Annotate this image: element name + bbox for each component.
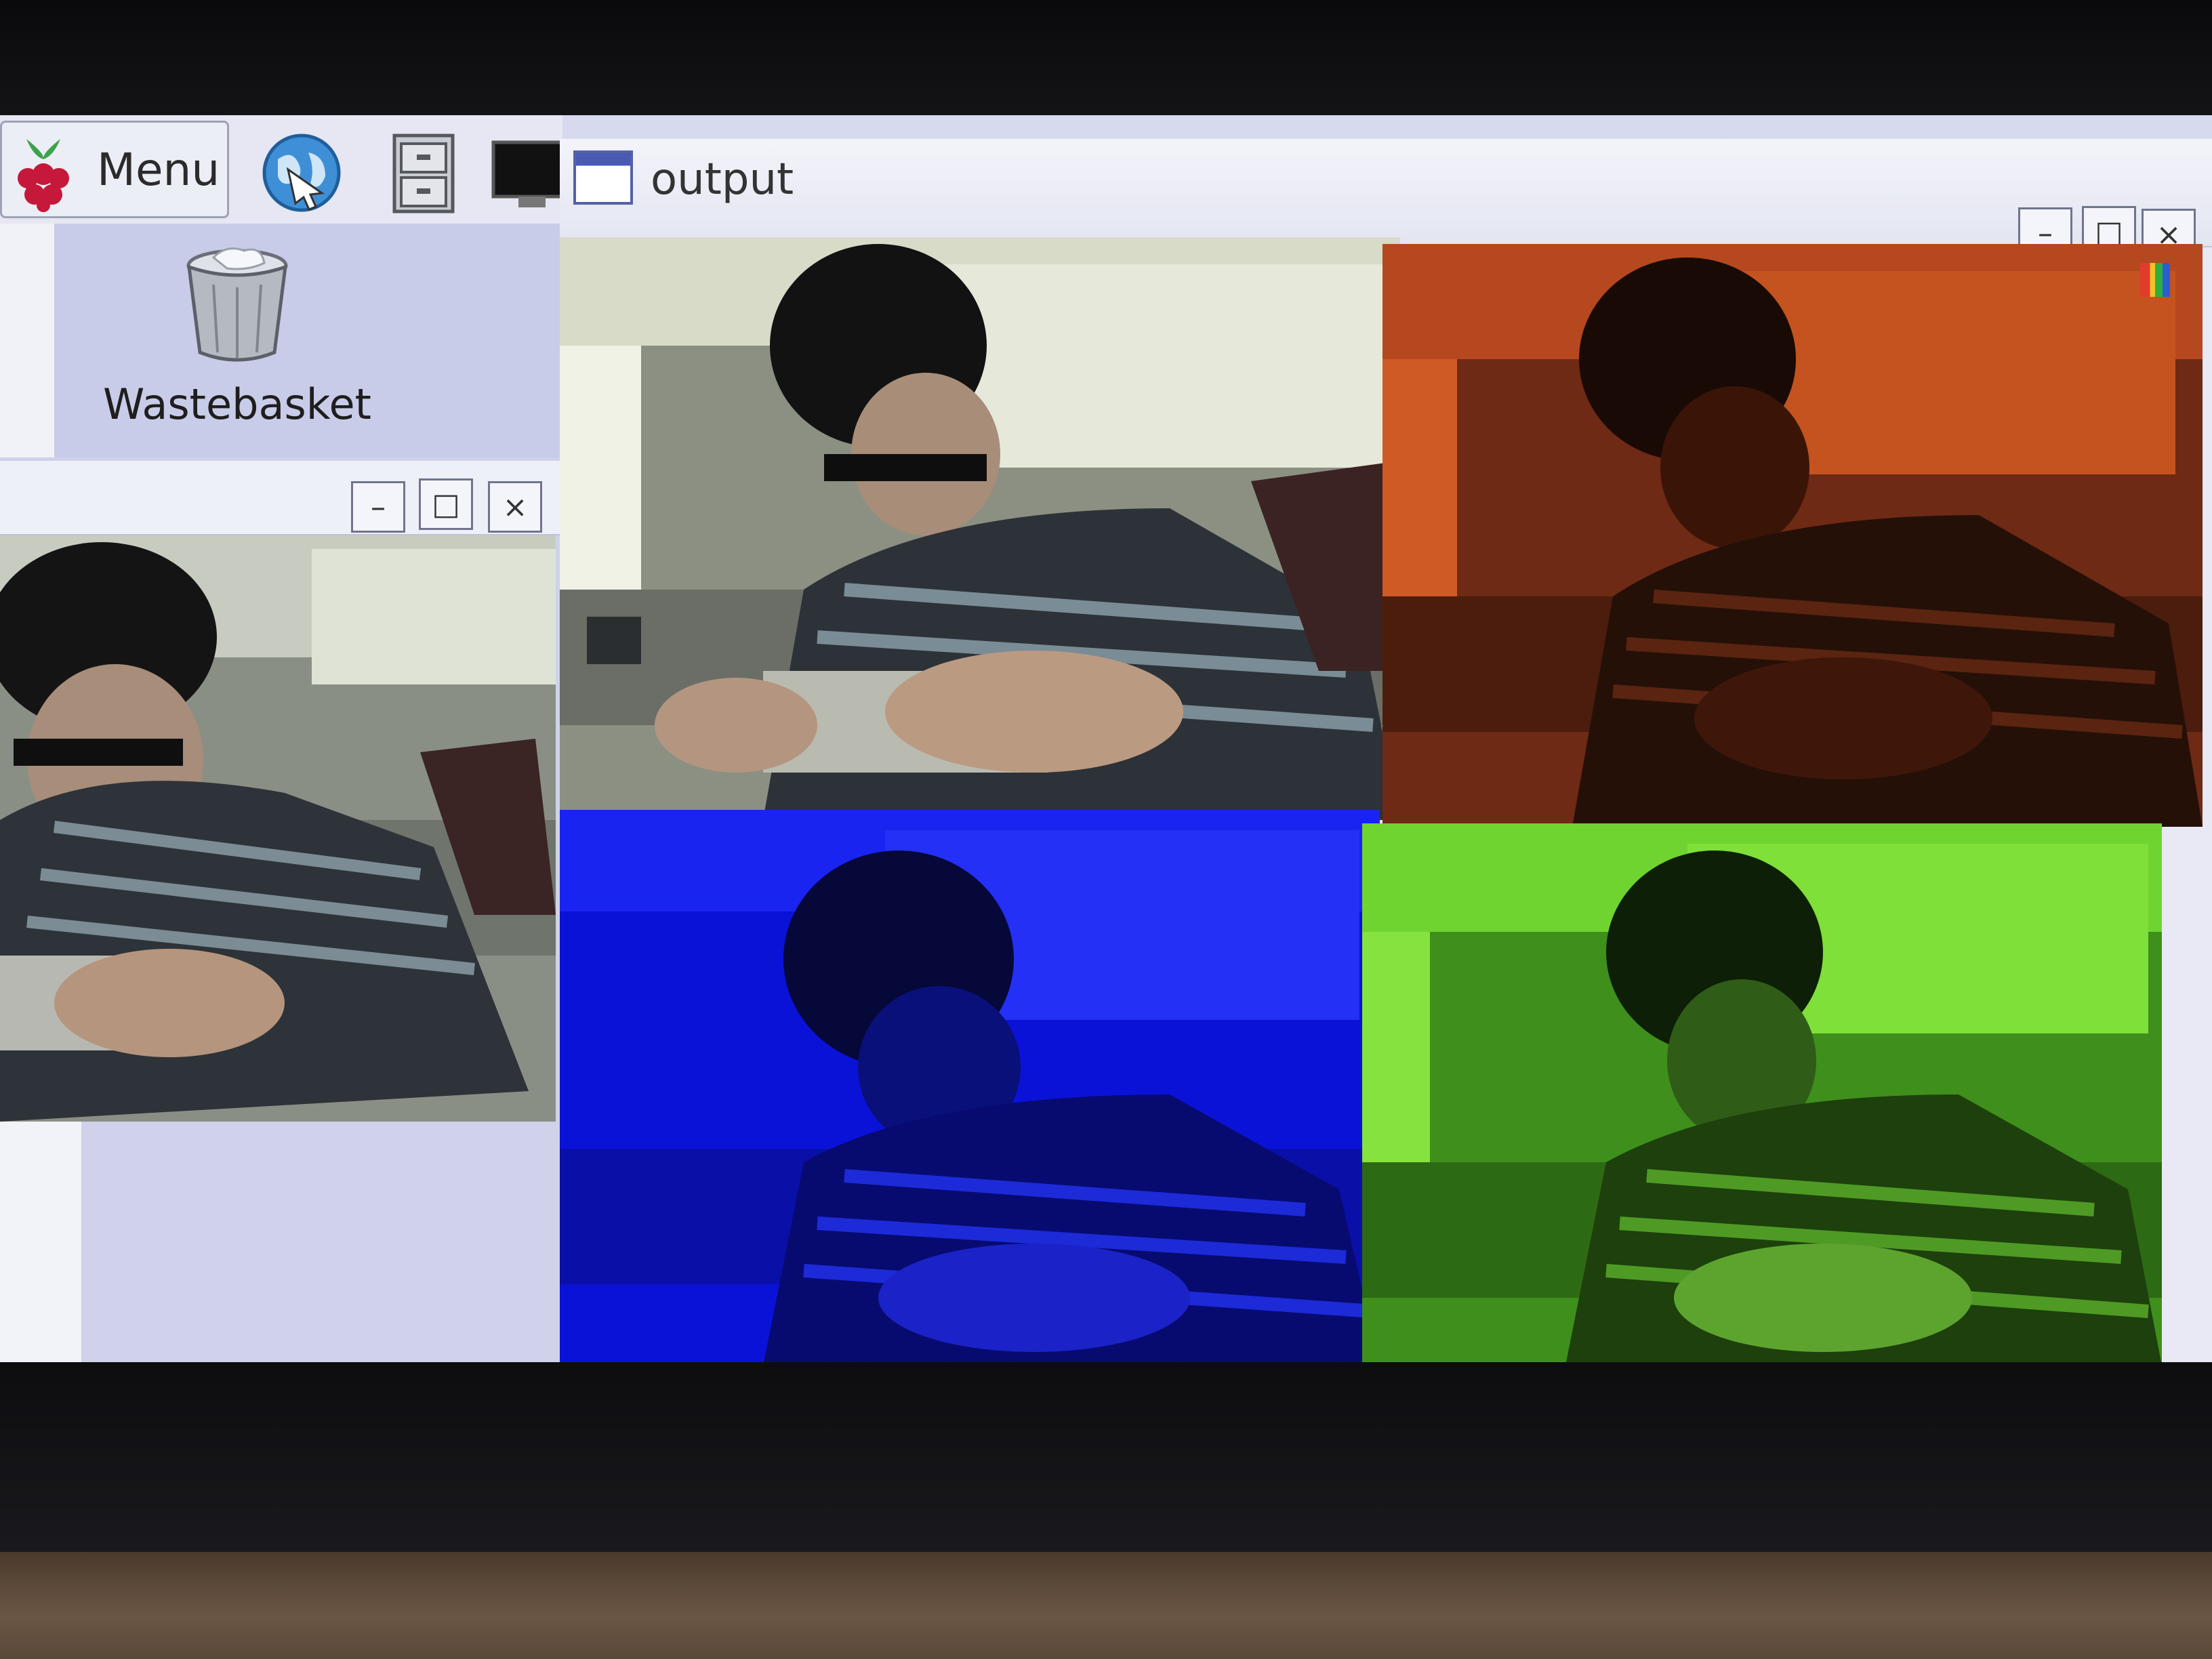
menu-label: Menu — [97, 143, 220, 196]
camera-window-titlebar[interactable] — [0, 461, 562, 535]
minimize-button[interactable]: – — [351, 481, 405, 533]
output-window-titlebar[interactable] — [560, 139, 2212, 247]
camera-feed-image — [0, 535, 556, 1122]
panel-original — [560, 237, 1400, 820]
wastebasket-shortcut[interactable]: Wastebasket — [95, 244, 380, 447]
camera-window-empty-area — [0, 1122, 562, 1362]
output-window-title: output — [651, 155, 794, 205]
panel-red-channel — [1382, 244, 2203, 827]
trash-icon — [180, 244, 295, 366]
close-button[interactable]: × — [488, 481, 542, 533]
monitor-bezel-bottom — [0, 1362, 2212, 1559]
wastebasket-label: Wastebasket — [103, 380, 371, 429]
panel-blue-channel — [560, 810, 1380, 1366]
monitor-bezel-top — [0, 0, 2212, 122]
web-browser-icon[interactable] — [258, 129, 346, 217]
color-wheel-icon — [2140, 263, 2170, 297]
window-icon — [573, 150, 633, 205]
raspberry-pi-icon — [6, 125, 81, 213]
menu-button[interactable]: Menu — [0, 121, 229, 218]
panel-green-channel — [1362, 823, 2162, 1366]
maximize-button[interactable]: □ — [419, 478, 473, 530]
desk-surface — [0, 1552, 2212, 1659]
file-manager-icon[interactable] — [380, 129, 468, 217]
